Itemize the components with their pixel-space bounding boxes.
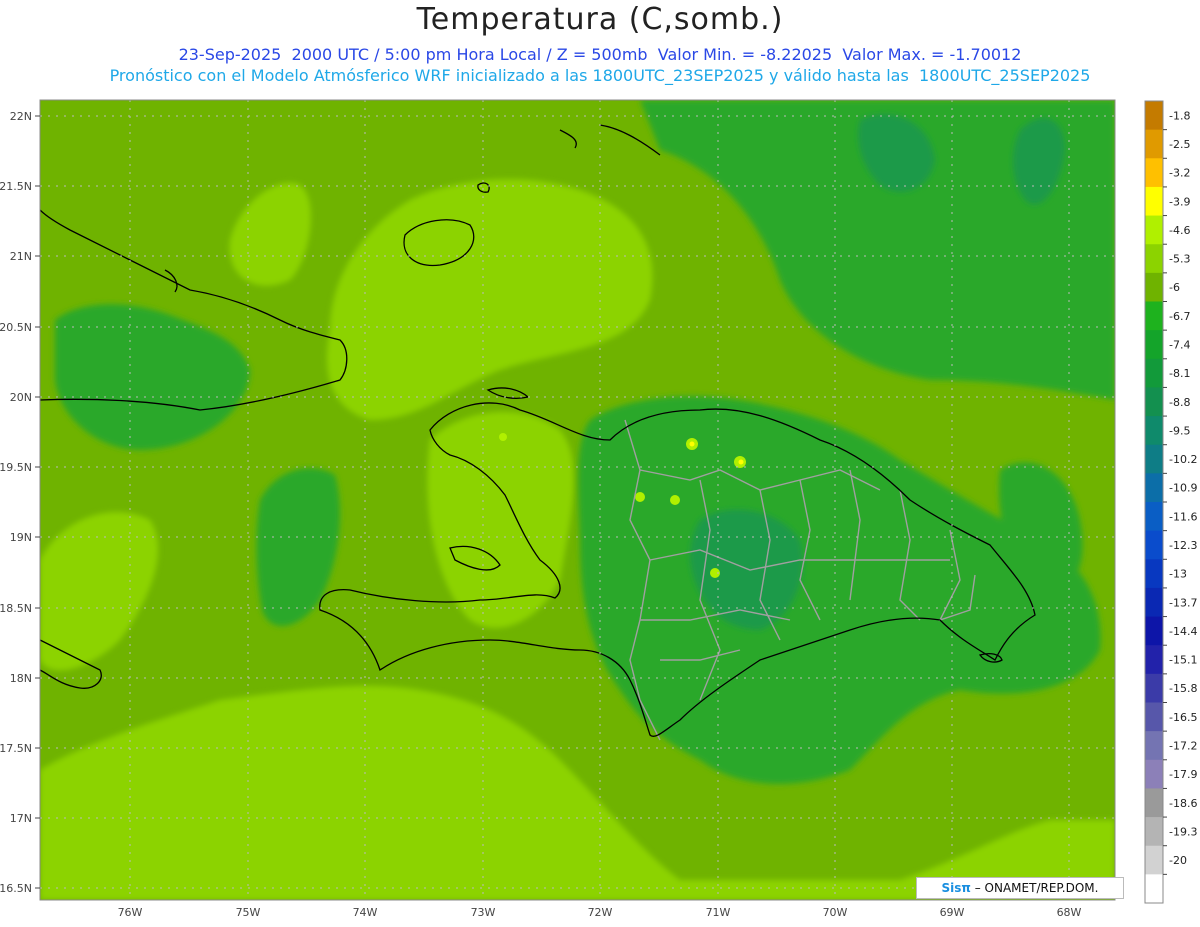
colorbar-swatch <box>1145 559 1163 589</box>
lon-label: 70W <box>823 906 848 919</box>
colorbar-label: -6 <box>1169 281 1180 294</box>
sispi-logo: Sisπ <box>941 881 971 895</box>
colorbar-swatch <box>1145 416 1163 446</box>
lat-ticks <box>35 115 40 889</box>
colorbar-label: -15.1 <box>1169 654 1197 667</box>
colorbar-label: -14.4 <box>1169 625 1197 638</box>
colorbar-label: -16.5 <box>1169 711 1197 724</box>
colorbar-swatch <box>1145 845 1163 875</box>
colorbar-swatch <box>1145 272 1163 302</box>
colorbar-swatch <box>1145 616 1163 646</box>
latitude-labels: 22N 21.5N 21N 20.5N 20N 19.5N 19N 18.5N … <box>0 110 32 895</box>
lat-label: 18.5N <box>0 602 32 615</box>
lat-label: 19.5N <box>0 461 32 474</box>
colorbar-swatch <box>1145 702 1163 732</box>
colorbar-label: -20 <box>1169 854 1187 867</box>
colorbar-label: -8.8 <box>1169 396 1190 409</box>
colorbar-label: -1.8 <box>1169 109 1190 122</box>
colorbar-swatch <box>1145 330 1163 360</box>
colorbar-label: -3.2 <box>1169 167 1190 180</box>
lat-label: 16.5N <box>0 882 32 895</box>
colorbar-swatch <box>1145 673 1163 703</box>
colorbar-swatch <box>1145 387 1163 417</box>
warm-speck <box>499 433 507 441</box>
lat-label: 18N <box>10 672 32 685</box>
colorbar-label: -6.7 <box>1169 310 1190 323</box>
temperature-map: 22N 21.5N 21N 20.5N 20N 19.5N 19N 18.5N … <box>0 99 1197 919</box>
colorbar-label: -2.5 <box>1169 138 1190 151</box>
colorbar-label: -11.6 <box>1169 510 1197 523</box>
colorbar-label: -18.6 <box>1169 797 1197 810</box>
colorbar-label: -4.6 <box>1169 224 1190 237</box>
lon-label: 76W <box>118 906 143 919</box>
lat-label: 20.5N <box>0 321 32 334</box>
colorbar-label: -19.3 <box>1169 825 1197 838</box>
colorbar-swatch <box>1145 158 1163 188</box>
colorbar-swatch <box>1145 358 1163 388</box>
colorbar-label: -10.2 <box>1169 453 1197 466</box>
lon-label: 75W <box>236 906 261 919</box>
lat-label: 22N <box>10 110 32 123</box>
colorbar-swatch <box>1145 587 1163 618</box>
colorbar-swatch <box>1145 759 1163 789</box>
colorbar-swatch <box>1145 817 1163 847</box>
colorbar-swatch <box>1145 101 1163 131</box>
lat-label: 21.5N <box>0 180 32 193</box>
colorbar-label: -8.1 <box>1169 367 1190 380</box>
colorbar: -1.8 -2.5 -3.2 -3.9 -4.6 -5.3 -6 -6.7 -7.4 -8.1 -8… <box>1144 100 1197 904</box>
lon-label: 73W <box>471 906 496 919</box>
lat-label: 19N <box>10 531 32 544</box>
colorbar-swatch <box>1145 530 1163 560</box>
credit-text: – ONAMET/REP.DOM. <box>970 881 1099 895</box>
colorbar-label: -17.9 <box>1169 768 1197 781</box>
colorbar-swatch <box>1145 473 1163 503</box>
lon-label: 69W <box>940 906 965 919</box>
colorbar-swatch <box>1145 186 1163 217</box>
lon-label: 68W <box>1057 906 1082 919</box>
colorbar-swatch <box>1145 215 1163 245</box>
warm-speck <box>635 492 645 502</box>
colorbar-label: -15.8 <box>1169 682 1197 695</box>
hot-speck <box>689 441 695 447</box>
colorbar-swatch <box>1145 444 1163 474</box>
colorbar-swatch <box>1145 244 1163 274</box>
lat-label: 21N <box>10 250 32 263</box>
colorbar-label: -12.3 <box>1169 539 1197 552</box>
lat-label: 20N <box>10 391 32 404</box>
credit-box: Sisπ – ONAMET/REP.DOM. <box>916 877 1124 899</box>
lat-label: 17N <box>10 812 32 825</box>
colorbar-label: -13.7 <box>1169 596 1197 609</box>
longitude-labels: 76W 75W 74W 73W 72W 71W 70W 69W 68W <box>118 906 1082 919</box>
colorbar-label: -10.9 <box>1169 482 1197 495</box>
colorbar-swatch <box>1145 874 1163 904</box>
colorbar-label: -17.2 <box>1169 739 1197 752</box>
lon-label: 74W <box>353 906 378 919</box>
shaded-field <box>40 100 1115 900</box>
colorbar-swatch <box>1145 502 1163 532</box>
colorbar-label: -3.9 <box>1169 195 1190 208</box>
colorbar-swatch <box>1145 301 1163 331</box>
colorbar-swatch <box>1145 788 1163 818</box>
hot-speck <box>738 459 744 465</box>
colorbar-label: -9.5 <box>1169 424 1190 437</box>
colorbar-label: -7.4 <box>1169 338 1190 351</box>
lon-label: 72W <box>588 906 613 919</box>
colorbar-label: -5.3 <box>1169 253 1190 266</box>
warm-speck <box>670 495 680 505</box>
colorbar-swatch <box>1145 731 1163 761</box>
lat-label: 17.5N <box>0 742 32 755</box>
colorbar-swatch <box>1145 645 1163 675</box>
colorbar-label: -13 <box>1169 568 1187 581</box>
colorbar-swatch <box>1145 129 1163 159</box>
lon-label: 71W <box>706 906 731 919</box>
